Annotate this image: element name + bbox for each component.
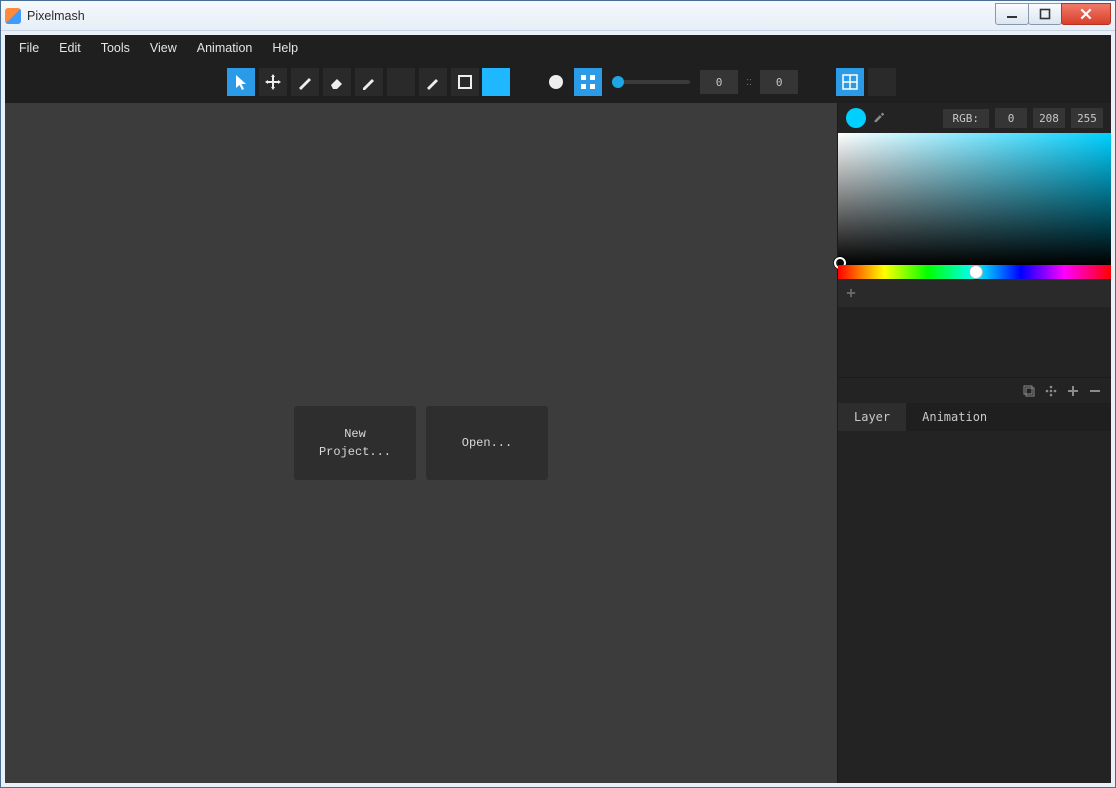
pixel-grid-icon [579, 73, 597, 91]
current-color-chip[interactable] [846, 108, 866, 128]
tool-pencil[interactable] [355, 68, 383, 96]
app-root: File Edit Tools View Animation Help [1, 31, 1115, 787]
size-field-2[interactable]: 0 [760, 70, 798, 94]
minus-icon [1088, 384, 1102, 398]
menu-file[interactable]: File [9, 37, 49, 59]
tab-layer[interactable]: Layer [838, 403, 906, 431]
menu-tools[interactable]: Tools [91, 37, 140, 59]
new-project-button[interactable]: New Project... [294, 406, 416, 480]
hue-slider[interactable] [838, 265, 1111, 279]
menu-help[interactable]: Help [262, 37, 308, 59]
tool-select-rect[interactable] [451, 68, 479, 96]
add-swatch-button[interactable] [846, 285, 856, 301]
select-rect-icon [456, 73, 474, 91]
sidebar: RGB: 0 208 255 [837, 103, 1111, 783]
minimize-button[interactable] [995, 3, 1029, 25]
menu-view[interactable]: View [140, 37, 187, 59]
grid-toggle[interactable] [836, 68, 864, 96]
size-separator: :: [742, 76, 756, 88]
tab-animation[interactable]: Animation [906, 403, 1003, 431]
open-button[interactable]: Open... [426, 406, 548, 480]
rgb-b-field[interactable]: 255 [1071, 108, 1103, 128]
eyedropper-button[interactable] [872, 109, 886, 128]
toolbar-swatch[interactable] [482, 68, 510, 96]
panel-tabs: Layer Animation [838, 403, 1111, 431]
duplicate-icon [1022, 384, 1036, 398]
layer-toolbar [838, 377, 1111, 403]
app-icon [5, 8, 21, 24]
close-button[interactable] [1061, 3, 1111, 25]
tool-pointer[interactable] [227, 68, 255, 96]
color-header: RGB: 0 208 255 [838, 103, 1111, 133]
rgb-r-field[interactable]: 0 [995, 108, 1027, 128]
eraser-icon [328, 73, 346, 91]
swatches-row [838, 279, 1111, 307]
plus-icon [1066, 384, 1080, 398]
main-area: New Project... Open... RGB: 0 208 255 [5, 103, 1111, 783]
slider-thumb[interactable] [612, 76, 624, 88]
layer-add-button[interactable] [1063, 381, 1083, 401]
layer-duplicate-button[interactable] [1019, 381, 1039, 401]
sidebar-spacer [838, 307, 1111, 377]
tool-brush[interactable] [291, 68, 319, 96]
maximize-icon [1039, 8, 1051, 20]
move-icon [264, 73, 282, 91]
layer-remove-button[interactable] [1085, 381, 1105, 401]
window-frame: Pixelmash File Edit Tools View Animation… [0, 0, 1116, 788]
toolbar: 0 :: 0 [5, 61, 1111, 103]
tool-eraser[interactable] [323, 68, 351, 96]
menu-bar: File Edit Tools View Animation Help [5, 35, 1111, 61]
layer-panel-body [838, 431, 1111, 783]
titlebar[interactable]: Pixelmash [1, 1, 1115, 31]
menu-animation[interactable]: Animation [187, 37, 263, 59]
plus-icon [846, 288, 856, 298]
window-control-group [996, 3, 1111, 25]
merge-icon [1044, 384, 1058, 398]
maximize-button[interactable] [1028, 3, 1062, 25]
eyedropper-icon [872, 109, 886, 123]
window-title: Pixelmash [27, 9, 85, 23]
tool-bucket[interactable] [387, 68, 415, 96]
smudge-icon [424, 73, 442, 91]
brush-shape-pixel[interactable] [574, 68, 602, 96]
canvas-pane: New Project... Open... [5, 103, 837, 783]
tool-smudge[interactable] [419, 68, 447, 96]
brush-size-slider[interactable] [612, 80, 690, 84]
color-mode-selector[interactable]: RGB: [943, 109, 990, 128]
saturation-value-field[interactable] [838, 133, 1111, 265]
circle-icon [547, 73, 565, 91]
pencil-icon [360, 73, 378, 91]
pointer-icon [232, 73, 250, 91]
size-field-1[interactable]: 0 [700, 70, 738, 94]
layer-merge-button[interactable] [1041, 381, 1061, 401]
minimize-icon [1006, 8, 1018, 20]
rgb-g-field[interactable]: 208 [1033, 108, 1065, 128]
bucket-icon [392, 73, 410, 91]
menu-edit[interactable]: Edit [49, 37, 91, 59]
close-icon [1079, 7, 1093, 21]
brush-icon [296, 73, 314, 91]
tool-move[interactable] [259, 68, 287, 96]
grid-icon [841, 73, 859, 91]
hue-thumb[interactable] [969, 265, 983, 279]
grid-toggle-secondary[interactable] [868, 68, 896, 96]
brush-shape-circle[interactable] [542, 68, 570, 96]
